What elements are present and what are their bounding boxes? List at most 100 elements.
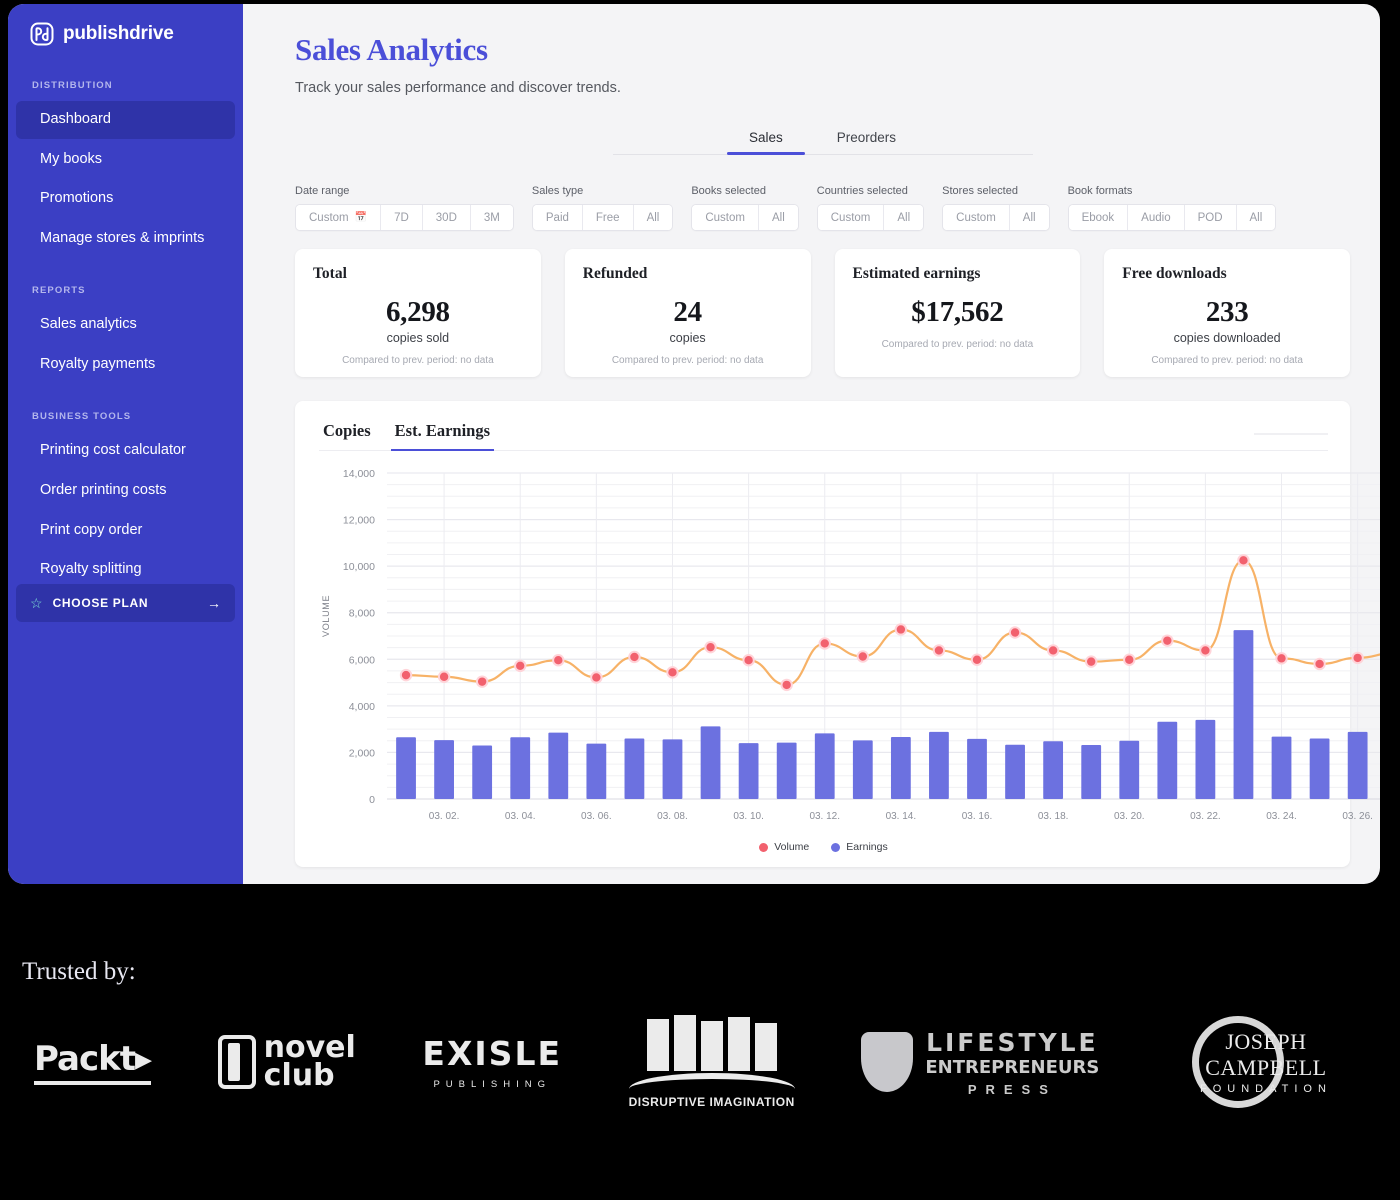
- seg-button-pod[interactable]: POD: [1184, 205, 1237, 230]
- chart-bar: [548, 732, 569, 799]
- chart-point: [628, 650, 641, 664]
- chart-point: [932, 644, 946, 657]
- filter-group-sales-type: Sales type Paid Free All: [531, 185, 674, 231]
- sidebar-item-manage-stores[interactable]: Manage stores & imprints: [16, 220, 235, 258]
- chart-bar: [814, 733, 835, 799]
- brand-name: publishdrive: [63, 23, 174, 44]
- chart-bar: [890, 737, 911, 799]
- stat-value: 233: [1205, 296, 1249, 328]
- seg-button-3m[interactable]: 3M: [470, 205, 513, 230]
- x-tick-label: 03. 26.: [1342, 811, 1373, 822]
- chart-point: [1275, 652, 1288, 665]
- sidebar-item-printing-cost-calculator[interactable]: Printing cost calculator: [16, 432, 235, 470]
- seg-button-7d[interactable]: 7D: [381, 205, 423, 230]
- seg-button-custom[interactable]: Custom: [943, 205, 1010, 230]
- seg-button-all[interactable]: All: [884, 205, 924, 230]
- seg-button-audio[interactable]: Audio: [1128, 205, 1185, 230]
- x-tick-label: 03. 14.: [886, 811, 917, 822]
- app-window: publishdrive DISTRIBUTION Dashboard My b…: [8, 4, 1380, 884]
- y-tick-label: 10,000: [343, 561, 375, 573]
- seg-button-ebook[interactable]: Ebook: [1068, 205, 1129, 230]
- seg-button-30d[interactable]: 30D: [422, 205, 471, 230]
- stat-unit: copies: [669, 331, 706, 345]
- seg-button-all[interactable]: All: [758, 205, 798, 230]
- chart-tabs: Copies Est. Earnings: [319, 419, 1328, 451]
- logo-novel-book-icon: [217, 1035, 256, 1089]
- chart-bar: [586, 743, 607, 799]
- sidebar-item-print-copy-order[interactable]: Print copy order: [16, 512, 235, 550]
- trusted-by-logos: Packt▸ novel club EXISLE PUBLISHING DISRU…: [0, 986, 1400, 1110]
- sidebar-item-royalty-splitting[interactable]: Royalty splitting: [16, 551, 235, 589]
- segmented-control: Custom 📅 7D 30D 3M: [295, 204, 514, 231]
- chart-card: Copies Est. Earnings VOLUME 0 2,000 4,000 6…: [295, 401, 1380, 867]
- seg-button-paid[interactable]: Paid: [532, 205, 583, 230]
- chart-point: [742, 654, 755, 667]
- legend-label-earnings: Earnings: [846, 841, 888, 853]
- seg-button-custom[interactable]: Custom 📅: [296, 205, 382, 230]
- y-tick-label: 2,000: [349, 747, 375, 759]
- legend-item-volume[interactable]: Volume: [759, 841, 809, 853]
- chart-point: [437, 670, 451, 683]
- legend-label-volume: Volume: [774, 841, 810, 853]
- sidebar-item-dashboard[interactable]: Dashboard: [16, 101, 235, 139]
- seg-button-custom[interactable]: Custom: [817, 205, 885, 230]
- chart-bar: [472, 745, 493, 799]
- logo-exisle: EXISLE PUBLISHING: [422, 1034, 562, 1090]
- sidebar-item-royalty-payments[interactable]: Royalty payments: [16, 346, 235, 384]
- chart-point: [856, 650, 870, 663]
- x-tick-label: 03. 22.: [1190, 811, 1221, 822]
- segmented-control: Custom All: [942, 204, 1050, 231]
- choose-plan-button[interactable]: ☆ CHOOSE PLAN →: [16, 584, 235, 622]
- nav-business-tools-label: BUSINESS TOOLS: [32, 411, 132, 423]
- filter-group-books-selected: Books selected Custom All: [691, 185, 799, 231]
- filter-label: Book formats: [1067, 185, 1133, 197]
- seg-button-free[interactable]: Free: [582, 205, 634, 230]
- chart-tab-est-earnings[interactable]: Est. Earnings: [390, 419, 495, 451]
- shield-icon: [861, 1032, 914, 1092]
- stat-title: Estimated earnings: [852, 265, 981, 282]
- chart-bar: [776, 742, 797, 799]
- sidebar-item-order-printing-costs[interactable]: Order printing costs: [16, 472, 235, 510]
- seg-button-custom[interactable]: Custom: [692, 205, 759, 230]
- y-tick-label: 8,000: [349, 608, 375, 620]
- seg-button-all[interactable]: All: [1236, 205, 1276, 230]
- chart-bar: [662, 739, 683, 799]
- arrow-right-icon: →: [207, 595, 221, 611]
- chart-bar: [1081, 744, 1102, 799]
- chart-point: [1351, 651, 1364, 665]
- chart-plot-area: VOLUME 0 2,000 4,000 6,000 8,000 10,000 12,000…: [319, 465, 1380, 865]
- stat-unit: copies sold: [386, 331, 450, 345]
- filter-label: Sales type: [531, 185, 584, 197]
- seg-button-all[interactable]: All: [633, 205, 673, 230]
- sidebar-item-sales-analytics[interactable]: Sales analytics: [16, 306, 235, 344]
- page-subtitle: Track your sales performance and discove…: [295, 80, 621, 96]
- chart-bar: [1119, 740, 1140, 799]
- chart-bar: [1271, 736, 1292, 799]
- tab-sales[interactable]: Sales: [726, 124, 805, 155]
- main-content: Sales Analytics Track your sales perform…: [243, 4, 1380, 884]
- chart-tab-copies[interactable]: Copies: [319, 419, 375, 450]
- stat-compare: Compared to prev. period: no data: [342, 355, 494, 366]
- tab-preorders[interactable]: Preorders: [815, 124, 918, 154]
- sidebar-item-promotions[interactable]: Promotions: [16, 180, 235, 218]
- brand[interactable]: publishdrive: [8, 18, 243, 46]
- logo-lifestyle-line1: LIFESTYLE: [926, 1027, 1099, 1057]
- legend-item-earnings[interactable]: Earnings: [831, 841, 888, 853]
- sidebar-item-my-books[interactable]: My books: [16, 141, 235, 179]
- logo-lifestyle-entrepreneurs-press: LIFESTYLE ENTREPRENEURS PRESS: [861, 1028, 1099, 1097]
- stat-compare: Compared to prev. period: no data: [611, 355, 764, 366]
- logo-packt-text: Packt: [34, 1039, 136, 1079]
- stat-title: Refunded: [582, 265, 648, 282]
- chart-bar: [738, 743, 759, 799]
- legend-dot-earnings: [831, 842, 841, 852]
- sales-chart-svg[interactable]: 0 2,000 4,000 6,000 8,000 10,000 12,000 14,000 0…: [319, 465, 1380, 837]
- chart-point: [780, 678, 793, 692]
- chart-point: [894, 623, 908, 636]
- stat-title: Total: [313, 265, 347, 282]
- chart-point: [552, 654, 565, 667]
- logo-packt-underline: [34, 1081, 152, 1085]
- seg-button-all[interactable]: All: [1009, 205, 1049, 230]
- legend-dot-volume: [759, 842, 769, 852]
- filter-label: Stores selected: [942, 185, 1018, 197]
- chart-bar: [929, 731, 949, 799]
